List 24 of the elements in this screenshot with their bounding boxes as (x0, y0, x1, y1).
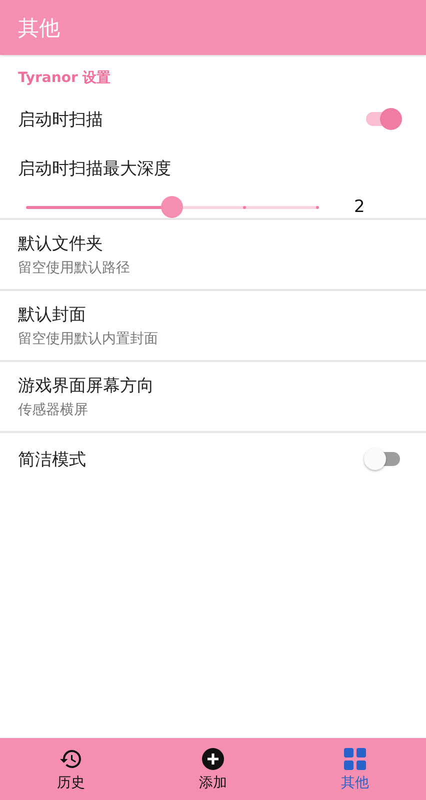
setting-row[interactable]: 默认封面 留空使用默认内置封面 (0, 291, 426, 360)
slider-value: 2 (354, 197, 365, 217)
slider[interactable] (27, 196, 317, 218)
setting-title: 游戏界面屏幕方向 (18, 375, 155, 397)
setting-title: 启动时扫描 (18, 108, 103, 130)
grid-icon (343, 746, 367, 770)
setting-row[interactable]: 简洁模式 (0, 433, 426, 485)
setting-title: 默认封面 (18, 304, 87, 326)
toggle-switch[interactable] (364, 108, 402, 130)
section-title: Tyranor 设置 (17, 69, 112, 88)
setting-row[interactable]: 默认文件夹 留空使用默认路径 (0, 220, 426, 289)
setting-summary: 传感器横屏 (18, 401, 89, 419)
setting-row[interactable]: 启动时扫描 (0, 93, 426, 145)
setting-summary: 留空使用默认内置封面 (18, 330, 159, 348)
nav-tab[interactable]: 历史 (0, 738, 142, 800)
toggle-switch[interactable] (364, 448, 402, 470)
nav-tab[interactable]: 添加 (142, 738, 284, 800)
add-icon (201, 746, 225, 770)
setting-row[interactable]: 游戏界面屏幕方向 传感器横屏 (0, 362, 426, 431)
app-title: 其他 (18, 14, 60, 42)
setting-title: 简洁模式 (18, 448, 86, 470)
setting-title: 默认文件夹 (18, 233, 104, 255)
setting-summary: 留空使用默认路径 (18, 259, 131, 277)
setting-title: 启动时扫描最大深度 (18, 158, 172, 180)
